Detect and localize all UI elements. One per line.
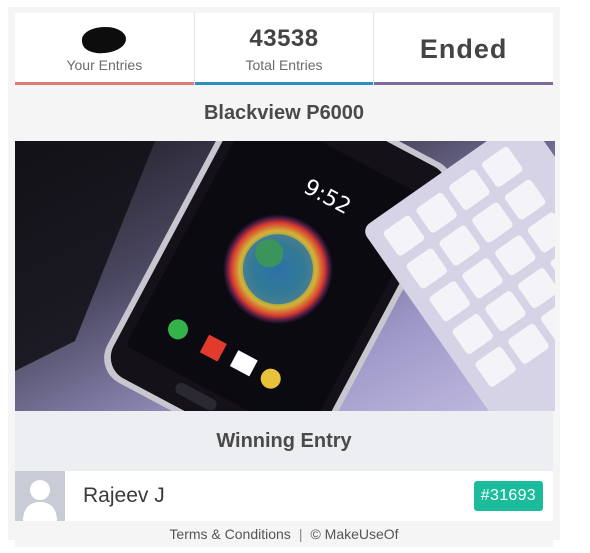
winner-name: Rajeev J	[83, 484, 165, 507]
your-entries-label: Your Entries	[66, 57, 143, 73]
total-entries-value: 43538	[249, 25, 319, 52]
winning-entry-heading: Winning Entry	[15, 411, 553, 471]
phone-photo-illustration: 9:52	[15, 141, 555, 411]
your-entries-stat: Your Entries	[15, 13, 195, 85]
stats-bar: Your Entries 43538 Total Entries Ended	[15, 13, 554, 85]
terms-link[interactable]: Terms & Conditions	[169, 526, 290, 542]
copyright-text: © MakeUseOf	[310, 526, 399, 542]
total-entries-label: Total Entries	[245, 57, 323, 73]
status-value: Ended	[419, 34, 508, 64]
footer: Terms & Conditions | © MakeUseOf	[15, 521, 553, 547]
prize-title: Blackview P6000	[15, 85, 553, 141]
redacted-value	[81, 24, 128, 56]
giveaway-widget: Your Entries 43538 Total Entries Ended B…	[8, 7, 560, 547]
avatar	[15, 471, 65, 521]
total-entries-stat: 43538 Total Entries	[194, 13, 375, 85]
prize-image: 9:52	[15, 141, 555, 411]
entry-number-badge: #31693	[473, 481, 543, 511]
default-user-icon	[15, 471, 65, 521]
footer-separator: |	[298, 526, 303, 542]
winner-row: Rajeev J #31693	[15, 471, 553, 521]
status-stat: Ended	[374, 13, 554, 85]
